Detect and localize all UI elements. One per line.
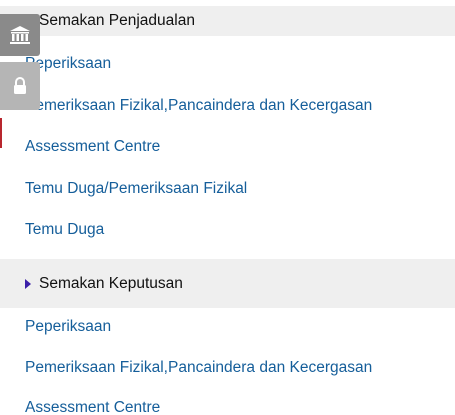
section-title: Semakan Penjadualan (39, 12, 195, 29)
link-temu-duga-pemeriksaan[interactable]: Temu Duga/Pemeriksaan Fizikal (25, 180, 247, 198)
link-peperiksaan[interactable]: Peperiksaan (25, 318, 111, 336)
collapse-triangle-icon (25, 279, 31, 289)
link-pemeriksaan-fizikal[interactable]: Pemeriksaan Fizikal,Pancaindera dan Kece… (25, 97, 372, 115)
page: Semakan Penjadualan Peperiksaan Pemeriks… (0, 0, 455, 415)
link-assessment-centre[interactable]: Assessment Centre (25, 138, 160, 156)
edge-accent (0, 118, 2, 148)
link-assessment-centre[interactable]: Assessment Centre (25, 399, 160, 415)
bank-tab-button[interactable] (0, 14, 40, 56)
lock-tab-button[interactable] (0, 62, 40, 110)
section-title: Semakan Keputusan (39, 275, 183, 292)
section-header-penjadualan[interactable]: Semakan Penjadualan (0, 6, 455, 36)
link-temu-duga[interactable]: Temu Duga (25, 221, 104, 239)
link-pemeriksaan-fizikal[interactable]: Pemeriksaan Fizikal,Pancaindera dan Kece… (25, 359, 372, 377)
section-header-keputusan[interactable]: Semakan Keputusan (0, 259, 455, 308)
lock-icon (14, 77, 26, 94)
bank-icon (10, 26, 30, 44)
